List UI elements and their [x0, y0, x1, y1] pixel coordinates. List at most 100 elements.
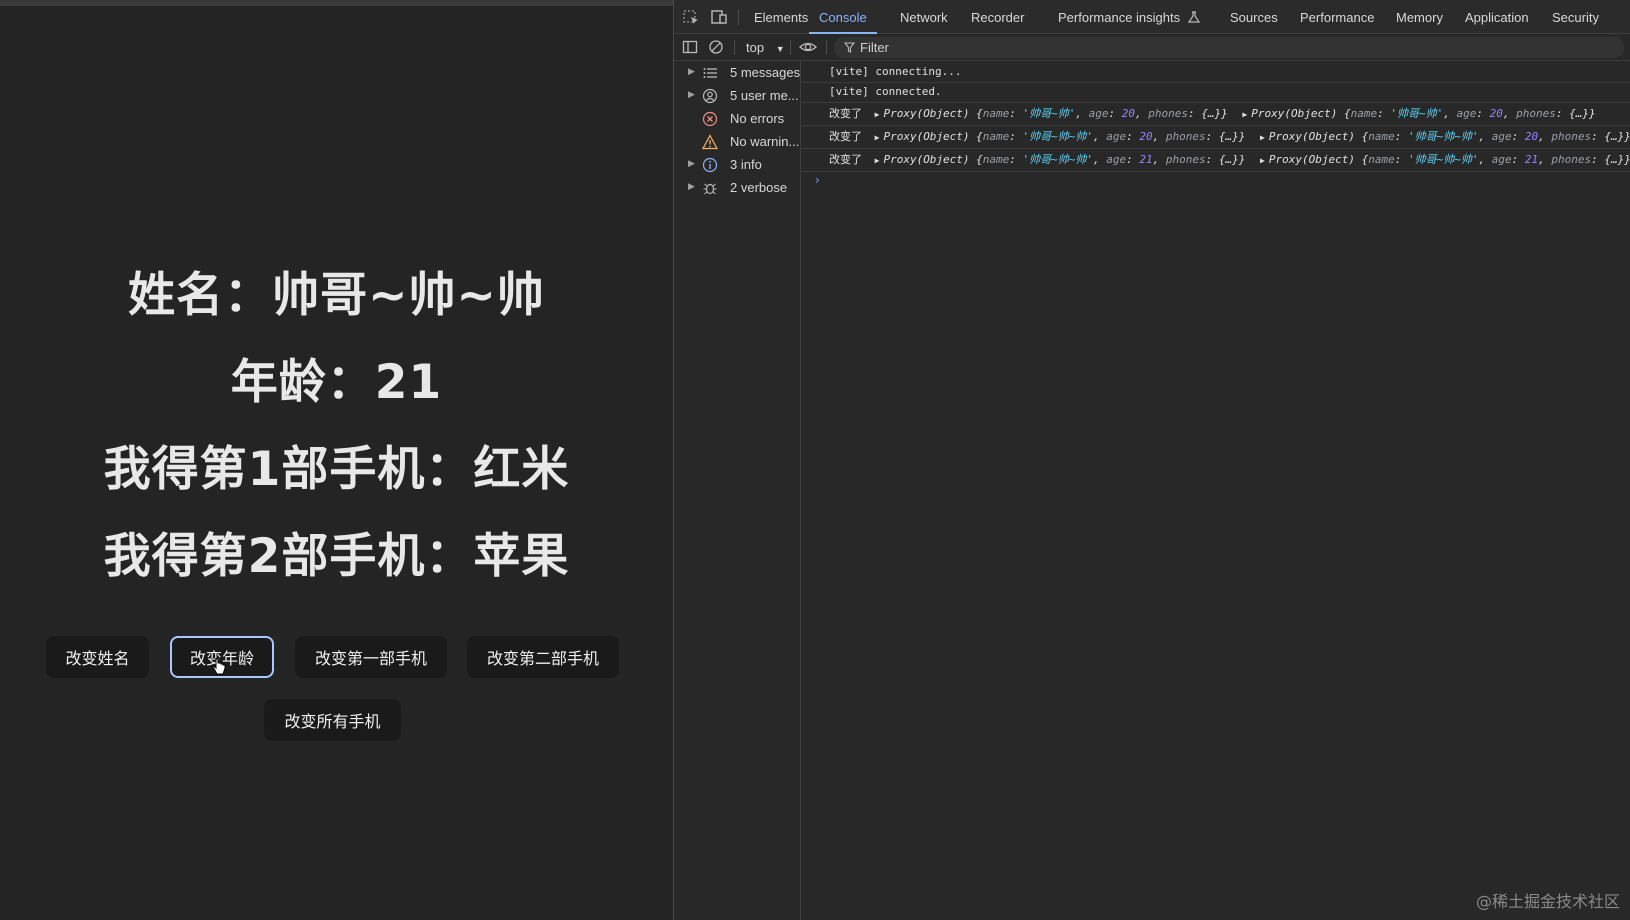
- inspect-element-icon[interactable]: [682, 9, 700, 25]
- change-name-button[interactable]: 改变姓名: [46, 636, 149, 678]
- list-icon: [703, 68, 717, 78]
- clear-console-icon[interactable]: [708, 39, 724, 55]
- log-text: [vite] connected.: [829, 85, 942, 98]
- app-page: 姓名：帅哥~帅~帅 年龄：21 我得第1部手机：红米 我得第2部手机：苹果 改变…: [0, 0, 673, 920]
- tab-performance-insights[interactable]: Performance insights: [1058, 0, 1200, 34]
- phones-value: {…}: [1604, 130, 1625, 143]
- proxy-label: Proxy(Object): [883, 153, 970, 166]
- toolbar-divider: [734, 40, 735, 55]
- bug-icon: [703, 183, 717, 195]
- log-prefix: 改变了: [829, 130, 862, 143]
- phones-value: {…}: [1218, 153, 1239, 166]
- sidebar-item-label: 5 messages: [730, 65, 800, 80]
- devtools-panel: Elements Console Network Recorder Perfor…: [673, 0, 1630, 920]
- expand-arrow-icon: ▶: [688, 66, 695, 76]
- name-display: 姓名：帅哥~帅~帅: [128, 268, 545, 323]
- log-row[interactable]: 改变了 ▶ Proxy(Object) {name: '帅哥~帅', age: 2…: [801, 103, 1630, 126]
- proxy-label: Proxy(Object): [1268, 130, 1355, 143]
- proxy-label: Proxy(Object): [883, 107, 970, 120]
- sidebar-item-label: No warnin...: [730, 134, 800, 149]
- phones-value: {…}: [1604, 153, 1625, 166]
- sidebar-toggle-icon[interactable]: [682, 39, 698, 55]
- context-selector[interactable]: top ▼: [746, 34, 785, 61]
- sidebar-item-label: 2 verbose: [730, 180, 788, 195]
- filter-input[interactable]: Filter: [834, 37, 1624, 58]
- sidebar-item-label: 3 info: [730, 157, 762, 172]
- expand-arrow-icon: ▶: [688, 181, 695, 191]
- sidebar-item-verbose[interactable]: ▶ 2 verbose: [674, 176, 800, 200]
- log-prefix: 改变了: [829, 153, 862, 166]
- sidebar-item-info[interactable]: ▶ 3 info: [674, 153, 800, 177]
- console-toolbar: top ▼ Filter: [674, 34, 1630, 61]
- sidebar-item-label: 5 user me...: [730, 88, 799, 103]
- tab-console[interactable]: Console: [809, 0, 877, 34]
- sidebar-item-label: No errors: [730, 111, 785, 126]
- dropdown-arrow-icon: ▼: [775, 44, 785, 54]
- tab-application[interactable]: Application: [1465, 0, 1529, 34]
- tab-performance-insights-label: Performance insights: [1058, 10, 1181, 25]
- old-name-value: '帅哥~帅~帅': [1407, 130, 1479, 143]
- phone2-display: 我得第2部手机：苹果: [103, 529, 570, 584]
- watermark: @稀土掘金技术社区: [1475, 892, 1620, 911]
- log-text: [vite] connecting...: [829, 65, 962, 78]
- proxy-label: Proxy(Object): [883, 130, 970, 143]
- tab-sources[interactable]: Sources: [1230, 0, 1278, 34]
- sidebar-item-messages[interactable]: ▶ 5 messages: [674, 61, 800, 85]
- old-age-value: 21: [1524, 153, 1539, 166]
- tab-elements[interactable]: Elements: [754, 0, 808, 34]
- log-row[interactable]: [vite] connected.: [801, 81, 1630, 103]
- phones-value: {…}: [1569, 107, 1589, 120]
- console-output: [vite] connecting... [vite] connected. 改…: [801, 61, 1630, 920]
- age-display: 年龄：21: [230, 355, 443, 410]
- log-prefix: 改变了: [829, 107, 862, 120]
- hand-cursor-icon: [212, 658, 226, 675]
- expand-arrow-icon: ▶: [688, 89, 695, 99]
- sidebar-item-user-messages[interactable]: ▶ 5 user me...: [674, 84, 800, 108]
- log-row[interactable]: 改变了 ▶ Proxy(Object) {name: '帅哥~帅~帅', age:…: [801, 149, 1630, 172]
- expand-arrow-icon[interactable]: ▶: [1242, 110, 1247, 119]
- sidebar-item-warnings[interactable]: No warnin...: [674, 130, 800, 154]
- log-row[interactable]: 改变了 ▶ Proxy(Object) {name: '帅哥~帅~帅', age:…: [801, 126, 1630, 149]
- old-name-value: '帅哥~帅~帅': [1407, 153, 1479, 166]
- expand-arrow-icon[interactable]: ▶: [875, 133, 880, 142]
- new-name-value: '帅哥~帅~帅': [1022, 153, 1094, 166]
- expand-arrow-icon[interactable]: ▶: [875, 156, 880, 165]
- new-age-value: 20: [1121, 107, 1136, 120]
- filter-placeholder: Filter: [860, 40, 889, 55]
- expand-arrow-icon[interactable]: ▶: [1260, 133, 1265, 142]
- phones-value: {…}: [1201, 107, 1222, 120]
- change-phone1-button[interactable]: 改变第一部手机: [295, 636, 447, 678]
- new-name-value: '帅哥~帅': [1022, 107, 1076, 120]
- tab-memory[interactable]: Memory: [1396, 0, 1443, 34]
- filter-icon: [844, 42, 855, 53]
- expand-arrow-icon: ▶: [688, 158, 695, 168]
- flask-icon: [1187, 11, 1200, 23]
- proxy-label: Proxy(Object): [1251, 107, 1338, 120]
- expand-arrow-icon[interactable]: ▶: [875, 110, 880, 119]
- tab-divider: [738, 9, 739, 25]
- tab-recorder[interactable]: Recorder: [971, 0, 1024, 34]
- console-prompt-icon[interactable]: ›: [815, 173, 820, 187]
- log-row[interactable]: [vite] connecting...: [801, 61, 1630, 83]
- error-icon: [702, 111, 718, 127]
- old-age-value: 20: [1489, 107, 1503, 120]
- change-all-phones-button[interactable]: 改变所有手机: [264, 699, 401, 741]
- new-age-value: 21: [1139, 153, 1153, 166]
- live-expression-eye-icon[interactable]: [799, 39, 817, 55]
- warning-icon: [702, 134, 718, 150]
- tab-security[interactable]: Security: [1552, 0, 1599, 34]
- phones-value: {…}: [1218, 130, 1239, 143]
- expand-arrow-icon[interactable]: ▶: [1260, 156, 1265, 165]
- device-toolbar-icon[interactable]: [710, 9, 728, 25]
- toolbar-divider: [826, 40, 827, 55]
- new-name-value: '帅哥~帅~帅': [1022, 130, 1094, 143]
- phone1-display: 我得第1部手机：红米: [103, 442, 570, 497]
- change-phone2-button[interactable]: 改变第二部手机: [467, 636, 619, 678]
- user-icon: [702, 88, 718, 104]
- info-icon: [702, 157, 718, 173]
- tab-network[interactable]: Network: [900, 0, 948, 34]
- tab-performance[interactable]: Performance: [1300, 0, 1374, 34]
- old-age-value: 20: [1524, 130, 1539, 143]
- proxy-label: Proxy(Object): [1268, 153, 1355, 166]
- sidebar-item-errors[interactable]: No errors: [674, 107, 800, 131]
